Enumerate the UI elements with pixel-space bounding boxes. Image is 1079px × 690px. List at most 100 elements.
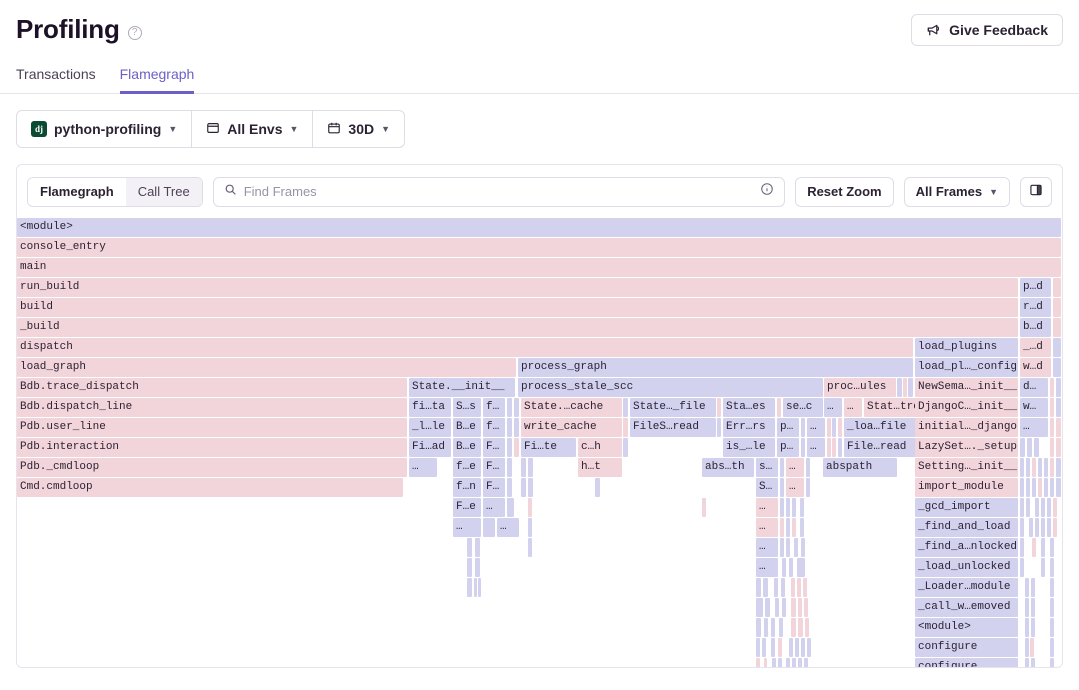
- flame-frame[interactable]: [792, 518, 796, 537]
- flame-frame[interactable]: c…h: [578, 438, 622, 457]
- flame-frame[interactable]: DjangoC…_init__: [915, 398, 1018, 417]
- flame-frame[interactable]: Fi…te: [521, 438, 576, 457]
- flame-frame[interactable]: [1050, 658, 1054, 667]
- flame-frame[interactable]: [528, 478, 533, 497]
- flame-frame[interactable]: [804, 658, 808, 667]
- flame-frame[interactable]: [792, 658, 796, 667]
- flame-frame[interactable]: [467, 578, 472, 597]
- flame-frame[interactable]: d…: [1020, 378, 1048, 397]
- flame-frame[interactable]: Cmd.cmdloop: [17, 478, 403, 497]
- flame-frame[interactable]: [1025, 618, 1029, 637]
- flame-frame[interactable]: [798, 618, 803, 637]
- flame-frame[interactable]: build: [17, 298, 1018, 317]
- search-input[interactable]: [243, 184, 754, 199]
- flame-frame[interactable]: Fi…ad: [409, 438, 451, 457]
- flame-frame[interactable]: [1050, 438, 1054, 457]
- flame-frame[interactable]: _load_unlocked: [915, 558, 1018, 577]
- flame-frame[interactable]: [791, 578, 795, 597]
- info-circle-icon[interactable]: [760, 182, 774, 201]
- flame-frame[interactable]: [507, 458, 512, 477]
- flame-frame[interactable]: …: [756, 518, 778, 537]
- flame-frame[interactable]: [801, 538, 805, 557]
- flame-frame[interactable]: load_pl…_config: [915, 358, 1018, 377]
- flame-frame[interactable]: [528, 518, 532, 537]
- flame-frame[interactable]: NewSema…_init__: [915, 378, 1018, 397]
- flame-frame[interactable]: h…t: [578, 458, 622, 477]
- flame-frame[interactable]: [507, 498, 514, 517]
- flame-frame[interactable]: …: [844, 398, 862, 417]
- flame-frame[interactable]: [1053, 318, 1061, 337]
- flame-frame[interactable]: [798, 658, 802, 667]
- flame-frame[interactable]: [1032, 538, 1036, 557]
- flame-frame[interactable]: [1041, 498, 1045, 517]
- flame-frame[interactable]: …: [786, 478, 804, 497]
- flame-frame[interactable]: _gcd_import: [915, 498, 1018, 517]
- flame-frame[interactable]: [789, 558, 793, 577]
- flame-frame[interactable]: configure: [915, 638, 1018, 657]
- flame-frame[interactable]: [782, 598, 786, 617]
- flame-frame[interactable]: [528, 458, 533, 477]
- flame-frame[interactable]: _find_and_load: [915, 518, 1018, 537]
- flame-frame[interactable]: [1026, 478, 1030, 497]
- flame-frame[interactable]: Setting…_init__: [915, 458, 1018, 477]
- flame-frame[interactable]: [1020, 538, 1024, 557]
- flame-frame[interactable]: [756, 638, 760, 657]
- flame-frame[interactable]: [1053, 278, 1061, 297]
- flame-frame[interactable]: _loa…file: [844, 418, 918, 437]
- flame-frame[interactable]: …: [756, 498, 778, 517]
- flame-frame[interactable]: [507, 398, 512, 417]
- flame-frame[interactable]: Sta…es: [723, 398, 775, 417]
- flame-frame[interactable]: F…: [483, 478, 505, 497]
- flame-frame[interactable]: <module>: [17, 218, 1061, 237]
- flame-frame[interactable]: [1056, 438, 1061, 457]
- flame-frame[interactable]: [1044, 478, 1048, 497]
- flame-frame[interactable]: [801, 638, 805, 657]
- flame-frame[interactable]: [1035, 518, 1039, 537]
- flame-frame[interactable]: [1050, 398, 1054, 417]
- environment-selector[interactable]: All Envs ▼: [191, 111, 312, 147]
- flame-frame[interactable]: [801, 438, 805, 457]
- reset-zoom-button[interactable]: Reset Zoom: [795, 176, 894, 207]
- flame-frame[interactable]: [774, 578, 778, 597]
- flame-frame[interactable]: [782, 558, 786, 577]
- flame-frame[interactable]: B…e: [453, 438, 481, 457]
- flame-frame[interactable]: [1020, 498, 1024, 517]
- flame-frame[interactable]: [781, 578, 785, 597]
- flame-frame[interactable]: [786, 658, 790, 667]
- flame-frame[interactable]: _find_a…nlocked: [915, 538, 1018, 557]
- flame-frame[interactable]: [467, 538, 472, 557]
- flame-frame[interactable]: [1026, 498, 1030, 517]
- flame-frame[interactable]: [507, 478, 512, 497]
- flame-frame[interactable]: [1053, 338, 1061, 357]
- flame-frame[interactable]: write_cache: [521, 418, 622, 437]
- flame-frame[interactable]: configure: [915, 658, 1018, 667]
- flame-frame[interactable]: run_build: [17, 278, 1018, 297]
- flame-frame[interactable]: [1032, 458, 1036, 477]
- flame-frame[interactable]: [1032, 478, 1036, 497]
- flame-frame[interactable]: [514, 418, 519, 437]
- flame-frame[interactable]: [806, 458, 810, 477]
- flame-frame[interactable]: s…: [756, 458, 778, 477]
- flame-frame[interactable]: [1050, 478, 1054, 497]
- view-flamegraph-button[interactable]: Flamegraph: [28, 177, 126, 206]
- flame-frame[interactable]: [756, 618, 761, 637]
- question-circle-icon[interactable]: ?: [127, 26, 142, 40]
- flame-frame[interactable]: [1026, 458, 1030, 477]
- flame-frame[interactable]: import_module: [915, 478, 1018, 497]
- flame-frame[interactable]: [800, 518, 804, 537]
- flame-frame[interactable]: [1053, 498, 1057, 517]
- flame-frame[interactable]: abs…th: [702, 458, 754, 477]
- flame-frame[interactable]: _…d: [1020, 338, 1051, 357]
- flame-frame[interactable]: process_graph: [518, 358, 913, 377]
- flame-frame[interactable]: LazySet…._setup: [915, 438, 1018, 457]
- flame-frame[interactable]: [838, 438, 842, 457]
- flame-frame[interactable]: [528, 498, 532, 517]
- flame-frame[interactable]: [765, 598, 770, 617]
- flame-frame[interactable]: [1025, 578, 1029, 597]
- flame-frame[interactable]: dispatch: [17, 338, 913, 357]
- flame-frame[interactable]: …: [483, 498, 505, 517]
- flame-frame[interactable]: [838, 418, 842, 437]
- flame-frame[interactable]: [832, 418, 836, 437]
- flame-frame[interactable]: [780, 498, 784, 517]
- flame-frame[interactable]: [507, 418, 512, 437]
